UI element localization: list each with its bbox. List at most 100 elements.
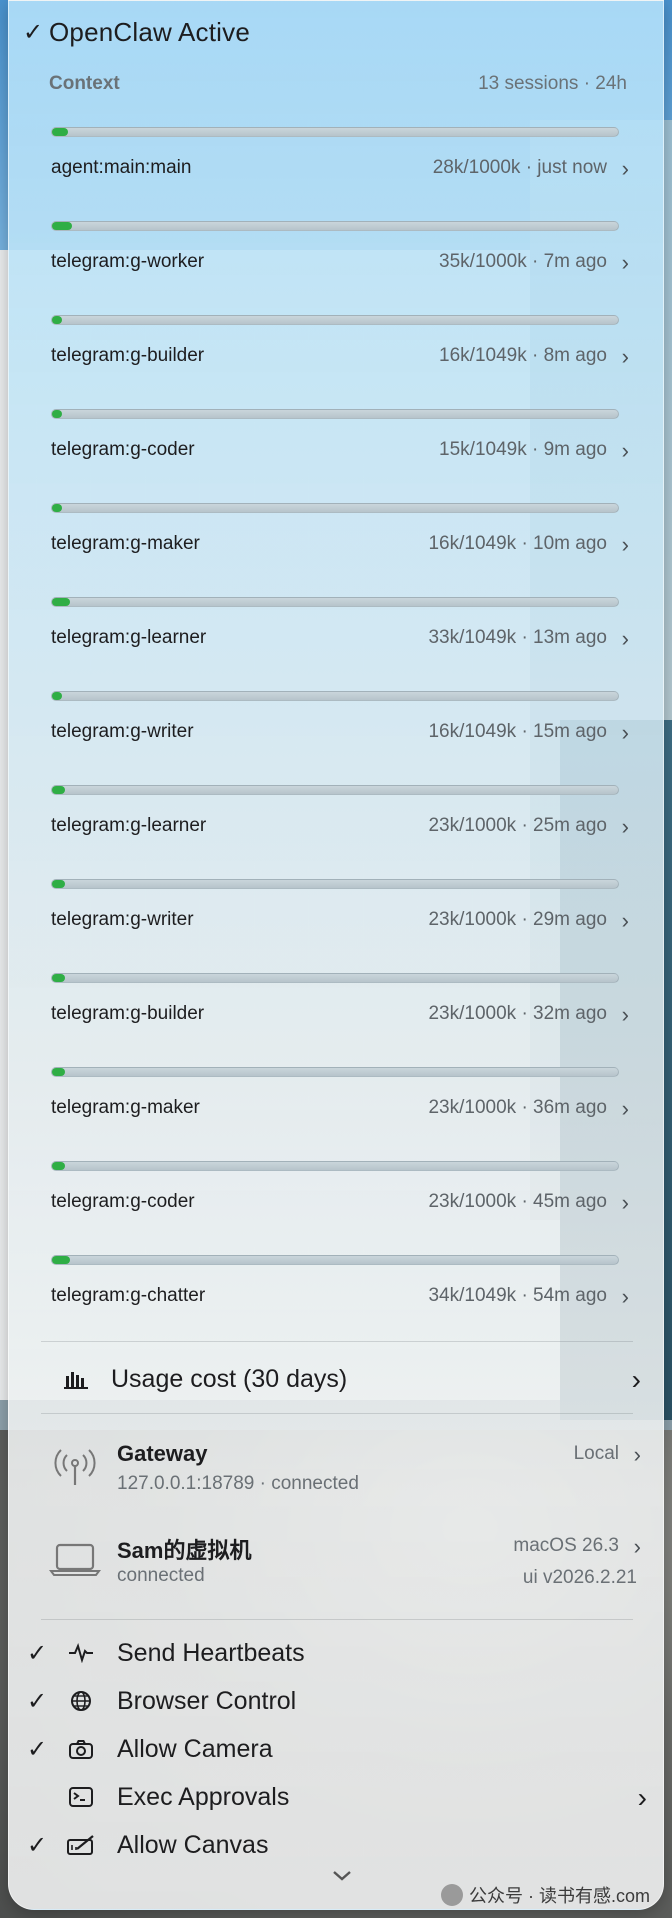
chevron-right-icon: › bbox=[621, 625, 629, 651]
toggle-label: Allow Camera bbox=[117, 1734, 273, 1763]
chevron-right-icon: › bbox=[631, 1363, 641, 1395]
watermark-text: 公众号 · 读书有感.com bbox=[468, 1886, 650, 1906]
heartbeat-icon bbox=[57, 1643, 105, 1663]
machine-title: Sam的虚拟机 bbox=[117, 1538, 252, 1563]
session-name: telegram:g-chatter bbox=[51, 1285, 206, 1306]
session-meta: 28k/1000k · just now › bbox=[433, 157, 629, 179]
context-usage-fill bbox=[52, 410, 62, 418]
toggle-allow-camera[interactable]: ✓ Allow Camera bbox=[27, 1725, 647, 1773]
chevron-right-icon: › bbox=[621, 1189, 629, 1215]
session-meta-text: 28k/1000k · just now bbox=[432, 157, 607, 178]
scroll-down-chevron-icon[interactable] bbox=[327, 1867, 357, 1885]
session-row[interactable]: telegram:g-maker 23k/1000k · 36m ago › bbox=[51, 1067, 629, 1161]
context-usage-bar bbox=[51, 409, 619, 419]
chevron-right-icon: › bbox=[621, 1001, 629, 1027]
session-row[interactable]: telegram:g-worker 35k/1000k · 7m ago › bbox=[51, 221, 629, 315]
bar-chart-icon bbox=[41, 1369, 111, 1389]
context-summary: 13 sessions · 24h bbox=[478, 73, 627, 94]
divider bbox=[41, 1619, 633, 1620]
session-meta: 35k/1000k · 7m ago › bbox=[439, 251, 629, 273]
session-row[interactable]: telegram:g-learner 23k/1000k · 25m ago › bbox=[51, 785, 629, 879]
chevron-right-icon: › bbox=[621, 1095, 629, 1121]
session-row[interactable]: telegram:g-maker 16k/1049k · 10m ago › bbox=[51, 503, 629, 597]
menu-title-row[interactable]: ✓ OpenClaw Active bbox=[23, 13, 250, 51]
context-label: Context bbox=[49, 73, 120, 94]
chevron-right-icon: › bbox=[621, 1283, 629, 1309]
session-row[interactable]: telegram:g-writer 23k/1000k · 29m ago › bbox=[51, 879, 629, 973]
toggle-send-heartbeats[interactable]: ✓ Send Heartbeats bbox=[27, 1629, 647, 1677]
session-meta-text: 23k/1000k · 32m ago bbox=[428, 1003, 607, 1024]
context-usage-fill bbox=[52, 1162, 66, 1170]
canvas-icon bbox=[57, 1835, 105, 1855]
session-meta: 16k/1049k · 15m ago › bbox=[428, 721, 629, 743]
exec-approvals-item[interactable]: Exec Approvals › bbox=[27, 1773, 647, 1821]
session-row[interactable]: telegram:g-chatter 34k/1049k · 54m ago › bbox=[51, 1255, 629, 1349]
context-header: Context 13 sessions · 24h bbox=[49, 71, 627, 97]
globe-icon bbox=[57, 1690, 105, 1712]
session-meta: 34k/1049k · 54m ago › bbox=[428, 1285, 629, 1307]
laptop-icon bbox=[49, 1537, 101, 1581]
session-name: telegram:g-writer bbox=[51, 721, 194, 742]
context-usage-fill bbox=[52, 880, 66, 888]
session-meta: 16k/1049k · 8m ago › bbox=[439, 345, 629, 367]
chevron-right-icon: › bbox=[621, 907, 629, 933]
chevron-right-icon: › bbox=[637, 1781, 647, 1813]
context-usage-bar bbox=[51, 973, 619, 983]
session-name: telegram:g-builder bbox=[51, 1003, 205, 1024]
toggle-label: Exec Approvals bbox=[117, 1782, 290, 1811]
chevron-right-icon: › bbox=[621, 155, 629, 181]
session-row[interactable]: telegram:g-coder 15k/1049k · 9m ago › bbox=[51, 409, 629, 503]
session-row[interactable]: telegram:g-writer 16k/1049k · 15m ago › bbox=[51, 691, 629, 785]
checkmark-icon: ✓ bbox=[27, 1735, 48, 1763]
machine-row[interactable]: Sam的虚拟机 connected macOS 26.3 › ui v2026.… bbox=[41, 1529, 641, 1599]
usage-cost-row[interactable]: Usage cost (30 days) › bbox=[41, 1351, 641, 1407]
session-name: telegram:g-maker bbox=[51, 1097, 200, 1118]
session-meta-text: 23k/1000k · 36m ago bbox=[428, 1097, 607, 1118]
session-meta-text: 23k/1000k · 45m ago bbox=[428, 1191, 607, 1212]
divider bbox=[41, 1413, 633, 1414]
session-meta-text: 23k/1000k · 29m ago bbox=[428, 909, 607, 930]
session-row[interactable]: telegram:g-learner 33k/1049k · 13m ago › bbox=[51, 597, 629, 691]
divider bbox=[41, 1341, 633, 1342]
session-name: telegram:g-coder bbox=[51, 439, 195, 460]
context-usage-fill bbox=[52, 504, 62, 512]
toggle-list: ✓ Send Heartbeats ✓ Browser Control ✓ Al… bbox=[27, 1629, 647, 1869]
openclaw-menu-panel: ✓ OpenClaw Active Context 13 sessions · … bbox=[8, 0, 664, 1910]
session-row[interactable]: telegram:g-coder 23k/1000k · 45m ago › bbox=[51, 1161, 629, 1255]
session-meta: 33k/1049k · 13m ago › bbox=[428, 627, 629, 649]
toggle-allow-canvas[interactable]: ✓ Allow Canvas bbox=[27, 1821, 647, 1869]
context-usage-fill bbox=[52, 974, 66, 982]
context-usage-fill bbox=[52, 786, 66, 794]
checkmark-icon: ✓ bbox=[23, 18, 44, 46]
context-usage-bar bbox=[51, 691, 619, 701]
chevron-right-icon: › bbox=[621, 813, 629, 839]
antenna-icon bbox=[49, 1445, 101, 1489]
session-row[interactable]: agent:main:main 28k/1000k · just now › bbox=[51, 127, 629, 221]
chevron-right-icon: › bbox=[633, 1441, 641, 1467]
machine-os-label: macOS 26.3 bbox=[513, 1535, 619, 1556]
wechat-icon bbox=[440, 1884, 463, 1906]
gateway-title: Gateway bbox=[117, 1441, 208, 1466]
watermark: 公众号 · 读书有感.com bbox=[440, 1882, 650, 1908]
session-meta-text: 16k/1049k · 10m ago bbox=[428, 533, 607, 554]
menu-title: OpenClaw Active bbox=[49, 16, 250, 47]
context-usage-fill bbox=[52, 316, 62, 324]
gateway-mode: Local › bbox=[574, 1443, 641, 1465]
chevron-right-icon: › bbox=[621, 437, 629, 463]
toggle-browser-control[interactable]: ✓ Browser Control bbox=[27, 1677, 647, 1725]
session-meta: 23k/1000k · 45m ago › bbox=[428, 1191, 629, 1213]
session-row[interactable]: telegram:g-builder 23k/1000k · 32m ago › bbox=[51, 973, 629, 1067]
session-meta: 23k/1000k · 25m ago › bbox=[428, 815, 629, 837]
gateway-row[interactable]: Gateway 127.0.0.1:18789 · connected Loca… bbox=[41, 1437, 641, 1507]
context-usage-bar bbox=[51, 597, 619, 607]
session-row[interactable]: telegram:g-builder 16k/1049k · 8m ago › bbox=[51, 315, 629, 409]
session-meta: 23k/1000k · 36m ago › bbox=[428, 1097, 629, 1119]
chevron-right-icon: › bbox=[621, 719, 629, 745]
session-name: agent:main:main bbox=[51, 157, 192, 178]
machine-status: connected bbox=[117, 1565, 205, 1586]
session-meta: 15k/1049k · 9m ago › bbox=[439, 439, 629, 461]
session-meta-text: 35k/1000k · 7m ago bbox=[439, 251, 607, 272]
session-meta-text: 16k/1049k · 15m ago bbox=[428, 721, 607, 742]
terminal-icon bbox=[57, 1787, 105, 1807]
toggle-label: Browser Control bbox=[117, 1686, 297, 1715]
